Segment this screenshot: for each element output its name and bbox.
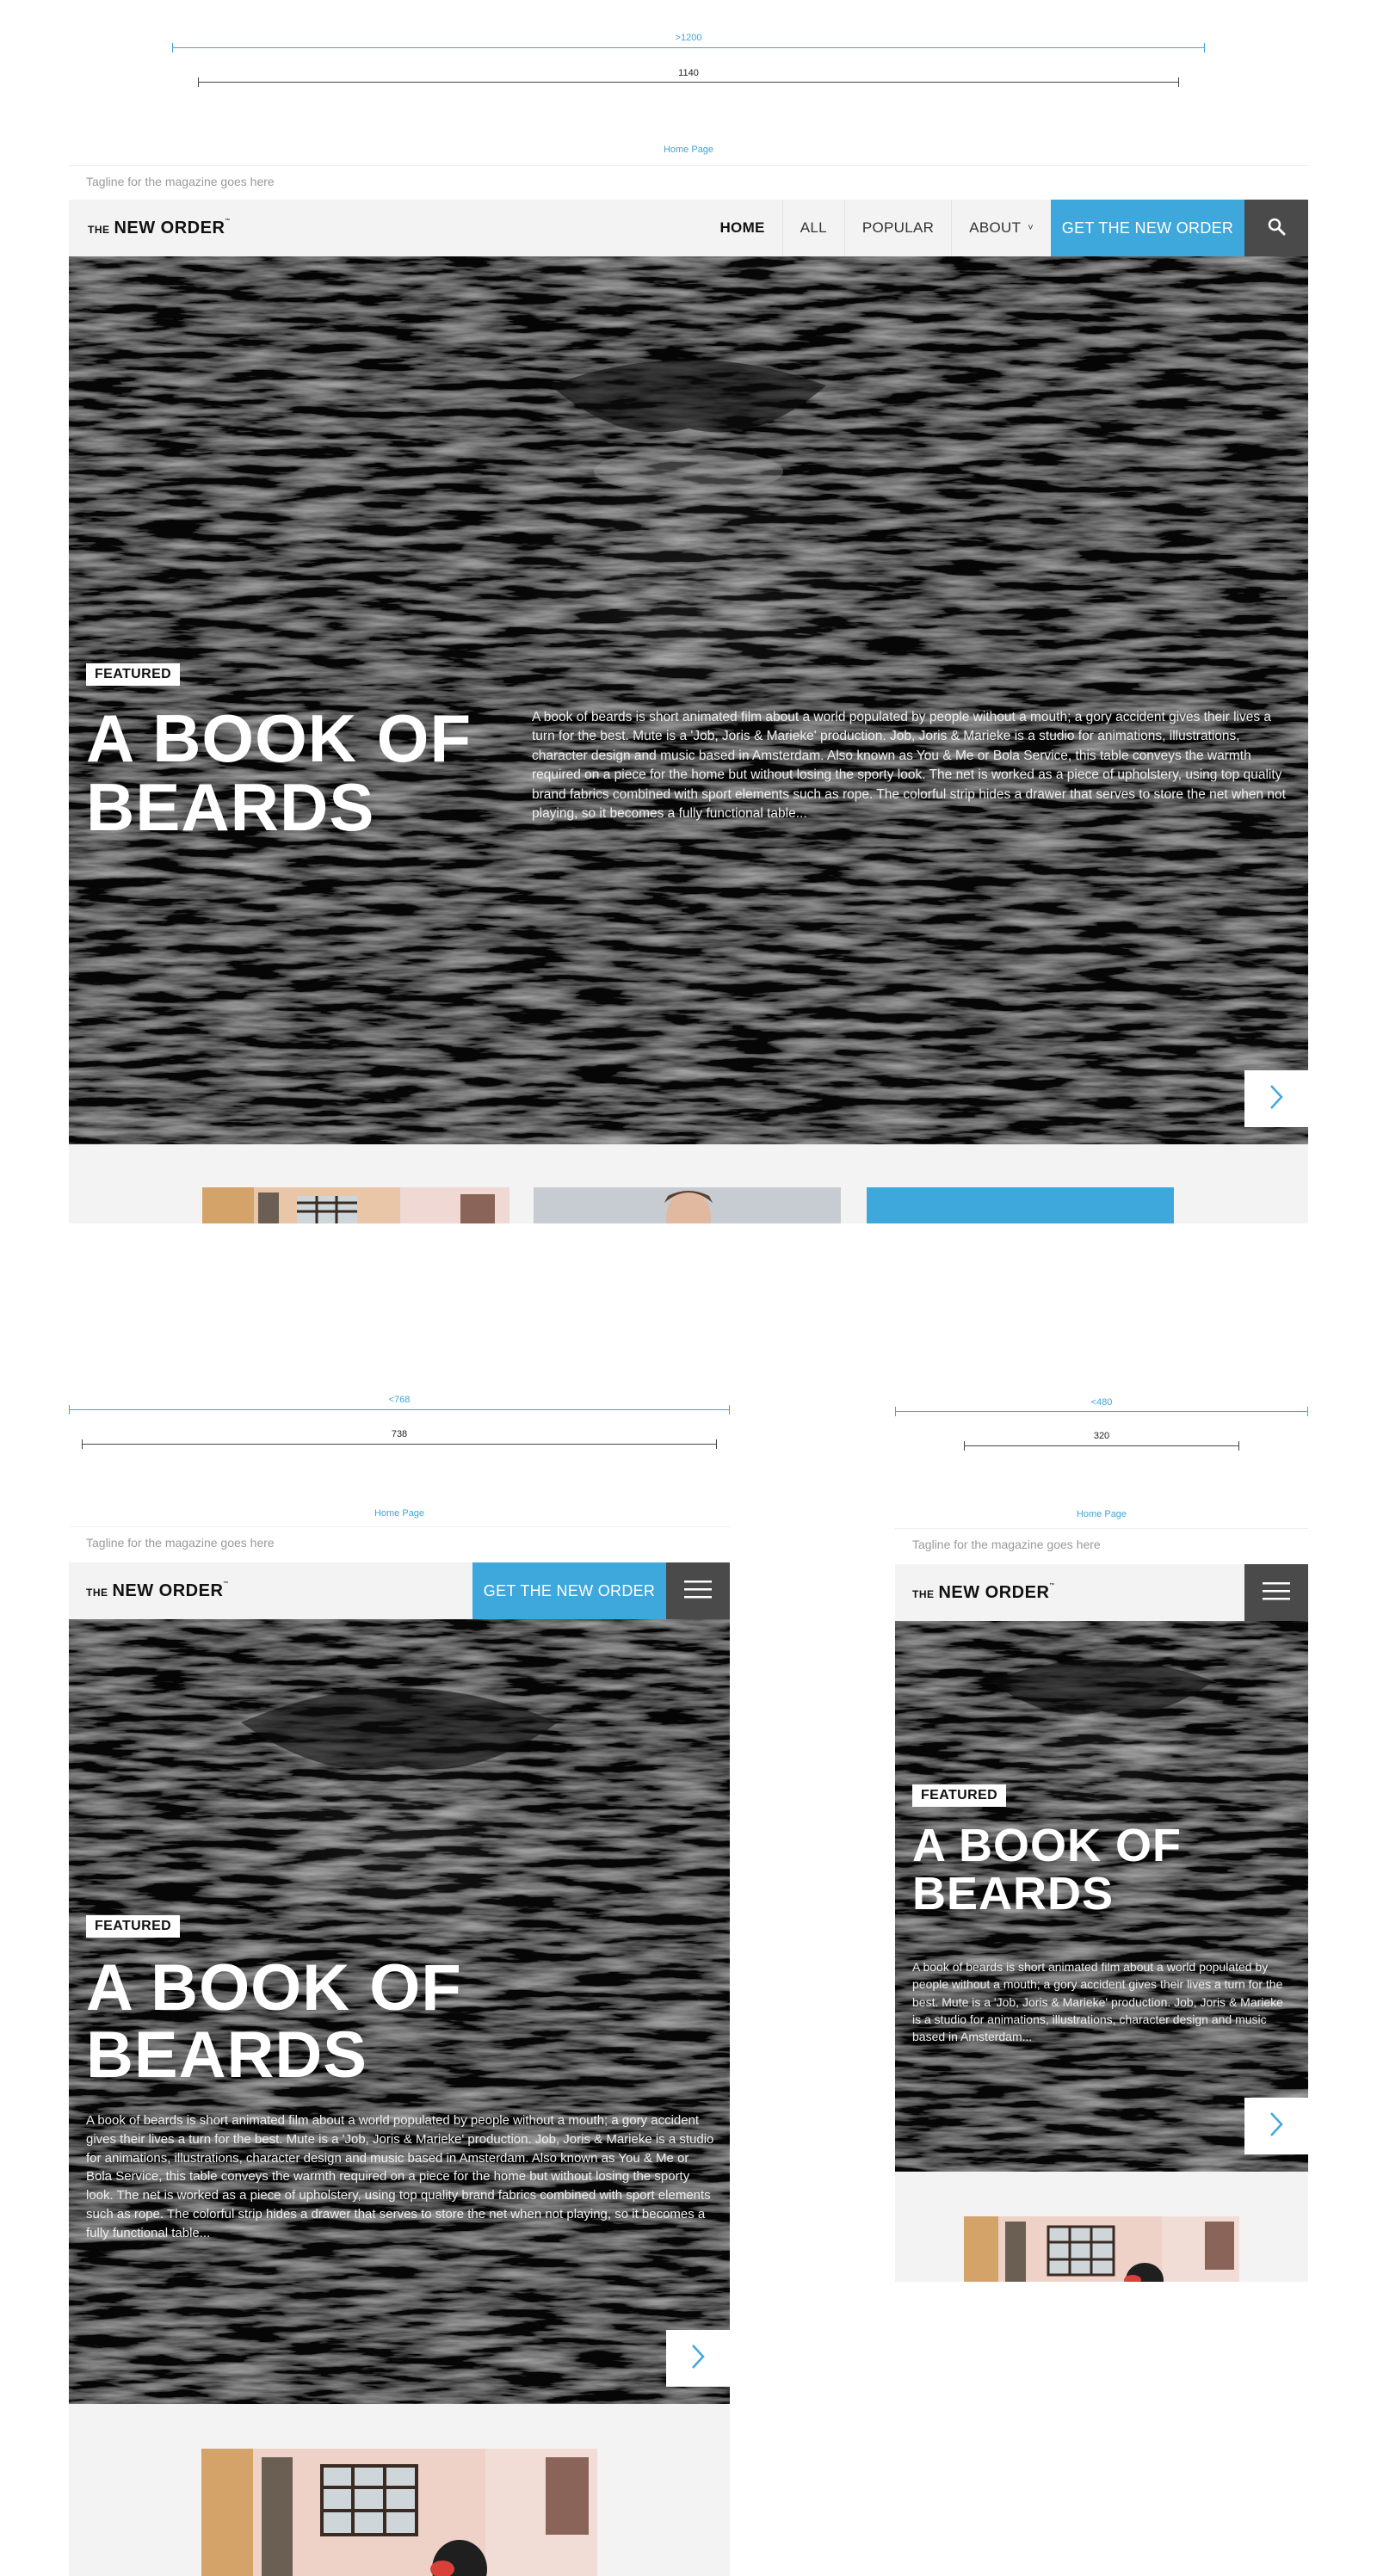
hamburger-menu-icon [1263, 1581, 1290, 1605]
mobile-hero: FEATURED A BOOK OF BEARDS A book of bear… [895, 1621, 1308, 2172]
nav-popular[interactable]: POPULAR [843, 200, 951, 256]
mobile-navbar: THE NEW ORDER™ [895, 1564, 1308, 1621]
chevron-down-icon: ˅ [1028, 223, 1034, 233]
mobile-width-guide-inner [964, 1441, 1239, 1451]
desktop-featured-badge: FEATURED [86, 663, 181, 686]
mobile-tagline: Tagline for the magazine goes here [895, 1528, 1308, 1564]
tablet-page-label: Home Page [374, 1508, 425, 1519]
search-icon [1267, 217, 1286, 240]
mobile-width-guide-outer [895, 1407, 1308, 1416]
desktop-nav-links: HOME ALL POPULAR ABOUT ˅ GET THE NEW ORD… [702, 200, 1308, 256]
mobile-width-label-inner: 320 [1093, 1431, 1110, 1441]
tablet-width-label-inner: 738 [391, 1429, 408, 1439]
mobile-width-label-outer: <480 [1090, 1397, 1113, 1408]
desktop-page-label: Home Page [663, 145, 714, 155]
mobile-hero-description: A book of beards is short animated film … [912, 1960, 1283, 2044]
tablet-width-guide-outer [69, 1405, 730, 1414]
tablet-get-button[interactable]: GET THE NEW ORDER [472, 1562, 666, 1619]
desktop-hero-description: A book of beards is short animated film … [532, 710, 1286, 822]
mobile-nav-actions [1244, 1564, 1308, 1621]
chevron-right-icon [1269, 2111, 1283, 2142]
mobile-page-label: Home Page [1076, 1509, 1127, 1519]
mobile-card-1-thumbnail[interactable] [964, 2216, 1239, 2282]
tablet-card-1-thumbnail[interactable] [201, 2449, 597, 2576]
desktop-hero-title[interactable]: A BOOK OF BEARDS [86, 704, 472, 842]
desktop-width-label-outer: >1200 [675, 33, 702, 43]
nav-about-label: ABOUT [969, 219, 1022, 236]
nav-home[interactable]: HOME [702, 200, 781, 256]
chevron-right-icon [1269, 1084, 1283, 1114]
tablet-featured-badge: FEATURED [86, 1915, 181, 1938]
chevron-right-icon [691, 2344, 705, 2374]
mobile-menu-button[interactable] [1244, 1564, 1308, 1621]
desktop-navbar: THE NEW ORDER™ HOME ALL POPULAR ABOUT ˅ … [69, 200, 1308, 256]
mobile-card-strip [895, 2172, 1308, 2282]
desktop-width-guide-outer [172, 43, 1205, 52]
mobile-hero-title[interactable]: A BOOK OF BEARDS [912, 1821, 1182, 1918]
desktop-hero: FEATURED A BOOK OF BEARDS A book of bear… [69, 256, 1308, 1144]
tablet-logo[interactable]: THE NEW ORDER™ [86, 1581, 229, 1601]
tablet-navbar: THE NEW ORDER™ GET THE NEW ORDER [69, 1562, 730, 1619]
nav-all[interactable]: ALL [781, 200, 844, 256]
desktop-width-guide-inner [198, 77, 1179, 87]
desktop-card-strip [69, 1144, 1308, 1223]
hamburger-menu-icon [684, 1580, 712, 1603]
desktop-card-2-thumbnail[interactable] [534, 1187, 841, 1223]
desktop-card-3-thumbnail[interactable] [867, 1187, 1174, 1223]
mobile-logo[interactable]: THE NEW ORDER™ [912, 1583, 1055, 1603]
desktop-search-button[interactable] [1244, 200, 1308, 256]
nav-about[interactable]: ABOUT ˅ [951, 200, 1051, 256]
tablet-card-strip [69, 2404, 730, 2576]
mobile-featured-badge: FEATURED [912, 1784, 1007, 1807]
tablet-hero: FEATURED A BOOK OF BEARDS A book of bear… [69, 1619, 730, 2404]
mobile-next-button[interactable] [1244, 2098, 1308, 2154]
tablet-next-button[interactable] [666, 2330, 730, 2387]
tablet-nav-actions: GET THE NEW ORDER [472, 1562, 730, 1619]
desktop-get-button[interactable]: GET THE NEW ORDER [1051, 200, 1244, 256]
desktop-card-1-thumbnail[interactable] [202, 1187, 509, 1223]
desktop-logo[interactable]: THE NEW ORDER™ [88, 219, 231, 238]
tablet-menu-button[interactable] [666, 1562, 730, 1619]
tablet-width-label-outer: <768 [388, 1395, 411, 1405]
desktop-tagline: Tagline for the magazine goes here [69, 165, 1308, 201]
desktop-width-label-inner: 1140 [678, 68, 699, 78]
tablet-width-guide-inner [82, 1439, 717, 1449]
tablet-hero-title[interactable]: A BOOK OF BEARDS [86, 1954, 462, 2090]
tablet-hero-description: A book of beards is short animated film … [86, 2113, 714, 2240]
tablet-tagline: Tagline for the magazine goes here [69, 1526, 730, 1562]
desktop-next-button[interactable] [1244, 1070, 1308, 1127]
